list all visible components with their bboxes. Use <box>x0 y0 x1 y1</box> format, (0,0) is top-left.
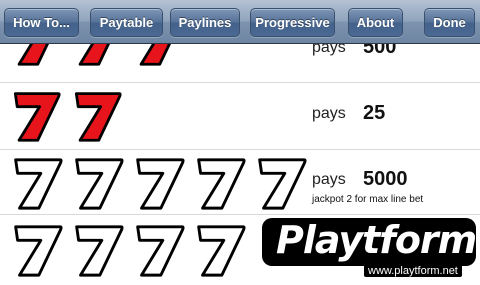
white-seven-icon <box>14 158 63 210</box>
white-seven-icon <box>14 225 63 277</box>
pays-label: pays <box>312 105 346 122</box>
paytable-row: pays 5000 jackpot 2 for max line bet <box>0 150 480 215</box>
paytable-row: pays 25 <box>0 83 480 150</box>
payout-amount: 5000 <box>363 168 408 190</box>
white-seven-icon <box>197 158 246 210</box>
white-seven-icon <box>75 225 124 277</box>
logo-brand-text: Playtform <box>276 218 477 262</box>
progressive-button[interactable]: Progressive <box>250 8 335 37</box>
paytable-button[interactable]: Paytable <box>90 8 163 37</box>
payout-amount: 25 <box>363 102 386 124</box>
logo-url: www.playtform.net <box>364 265 462 277</box>
white-seven-icon <box>197 225 246 277</box>
about-button[interactable]: About <box>348 8 403 37</box>
red-seven-icon <box>13 92 61 142</box>
white-seven-icon <box>136 225 185 277</box>
payout-note: jackpot 2 for max line bet <box>312 194 424 205</box>
white-seven-icon <box>258 158 307 210</box>
playtform-watermark-logo: Playtform www.playtform.net <box>262 218 477 277</box>
how-to-button[interactable]: How To... <box>4 8 79 37</box>
white-seven-icon <box>75 158 124 210</box>
top-toolbar: How To... Paytable Paylines Progressive … <box>0 0 480 44</box>
red-seven-icon <box>74 92 122 142</box>
white-seven-icon <box>136 158 185 210</box>
paylines-button[interactable]: Paylines <box>170 8 240 37</box>
pays-label: pays <box>312 171 346 188</box>
done-button[interactable]: Done <box>424 8 475 37</box>
